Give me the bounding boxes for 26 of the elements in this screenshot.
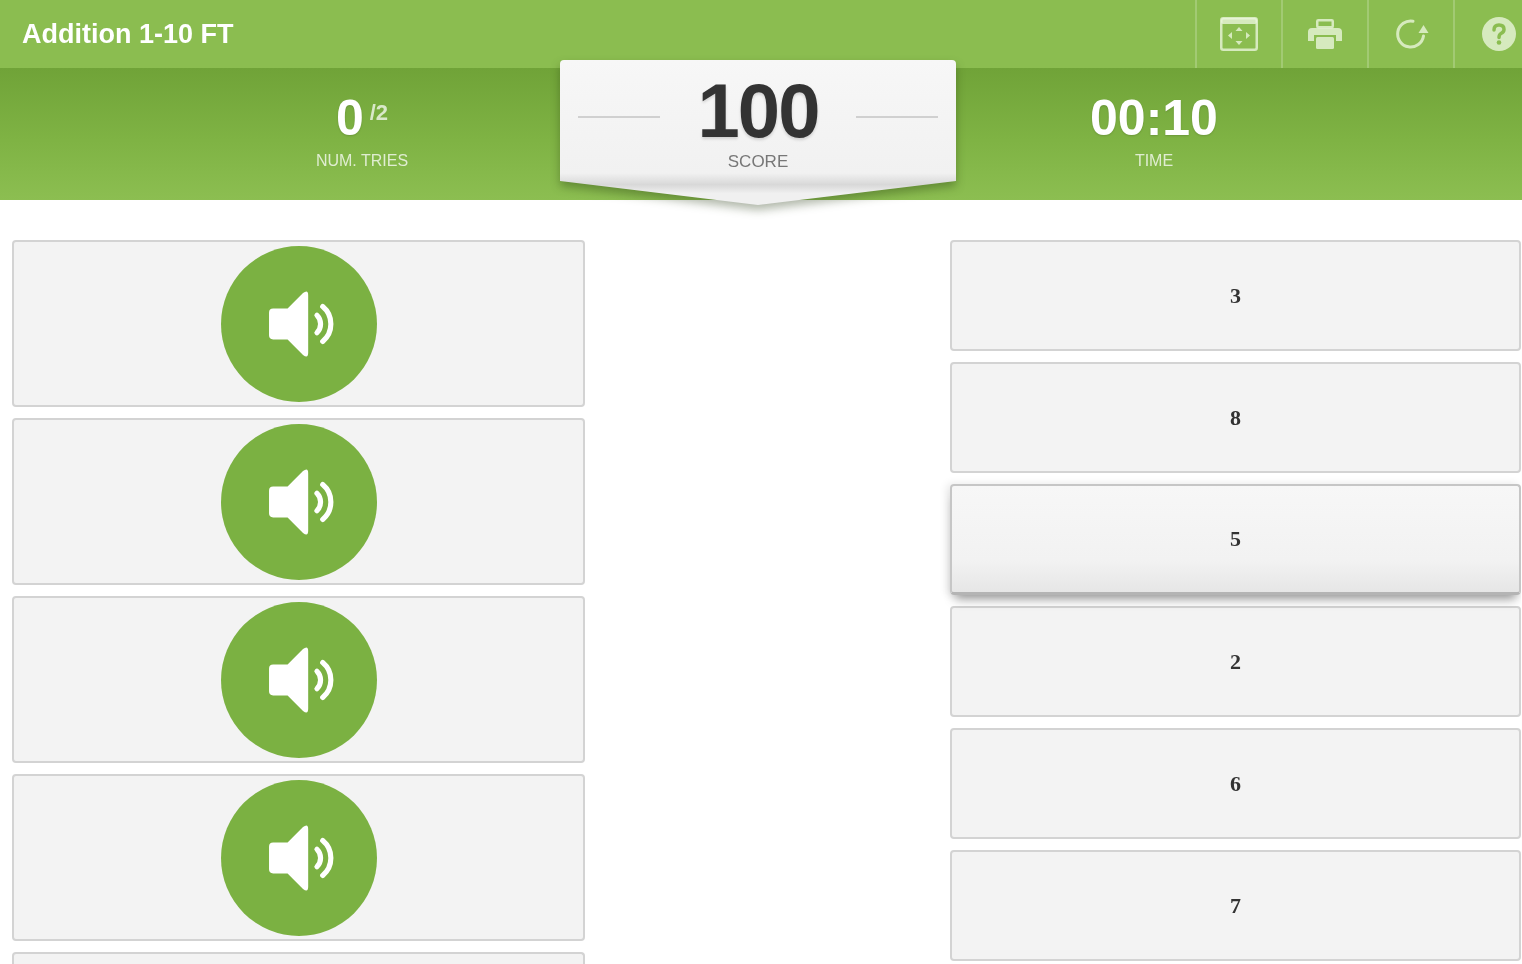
answer-tile[interactable]: 8 xyxy=(950,362,1521,473)
score-value: 100 xyxy=(697,74,819,148)
printer-icon xyxy=(1307,19,1343,49)
fullscreen-icon xyxy=(1220,17,1258,51)
quiz-title: Addition 1-10 FT xyxy=(22,18,234,50)
sound-card[interactable] xyxy=(12,774,585,941)
tries-label: NUM. TRIES xyxy=(315,152,409,170)
time-label: TIME xyxy=(1134,152,1174,170)
time-value: 00:10 xyxy=(1090,92,1218,144)
answer-tile[interactable]: 2 xyxy=(950,606,1521,717)
answer-tile[interactable]: 3 xyxy=(950,240,1521,351)
sound-card[interactable] xyxy=(12,596,585,763)
speaker-icon xyxy=(268,645,335,714)
score-label: SCORE xyxy=(727,152,789,172)
sound-card[interactable] xyxy=(12,418,585,585)
speaker-icon xyxy=(268,823,335,892)
tries-count: 0 xyxy=(335,92,364,144)
tries-max: /2 xyxy=(369,101,389,125)
help-icon xyxy=(1482,17,1516,51)
sound-card[interactable] xyxy=(12,952,585,964)
answer-tile[interactable]: 5 xyxy=(950,484,1521,595)
answer-tile[interactable]: 7 xyxy=(950,850,1521,961)
answer-tile[interactable]: 6 xyxy=(950,728,1521,839)
speaker-icon xyxy=(268,289,335,358)
speaker-icon xyxy=(268,467,335,536)
sound-card[interactable] xyxy=(12,240,585,407)
